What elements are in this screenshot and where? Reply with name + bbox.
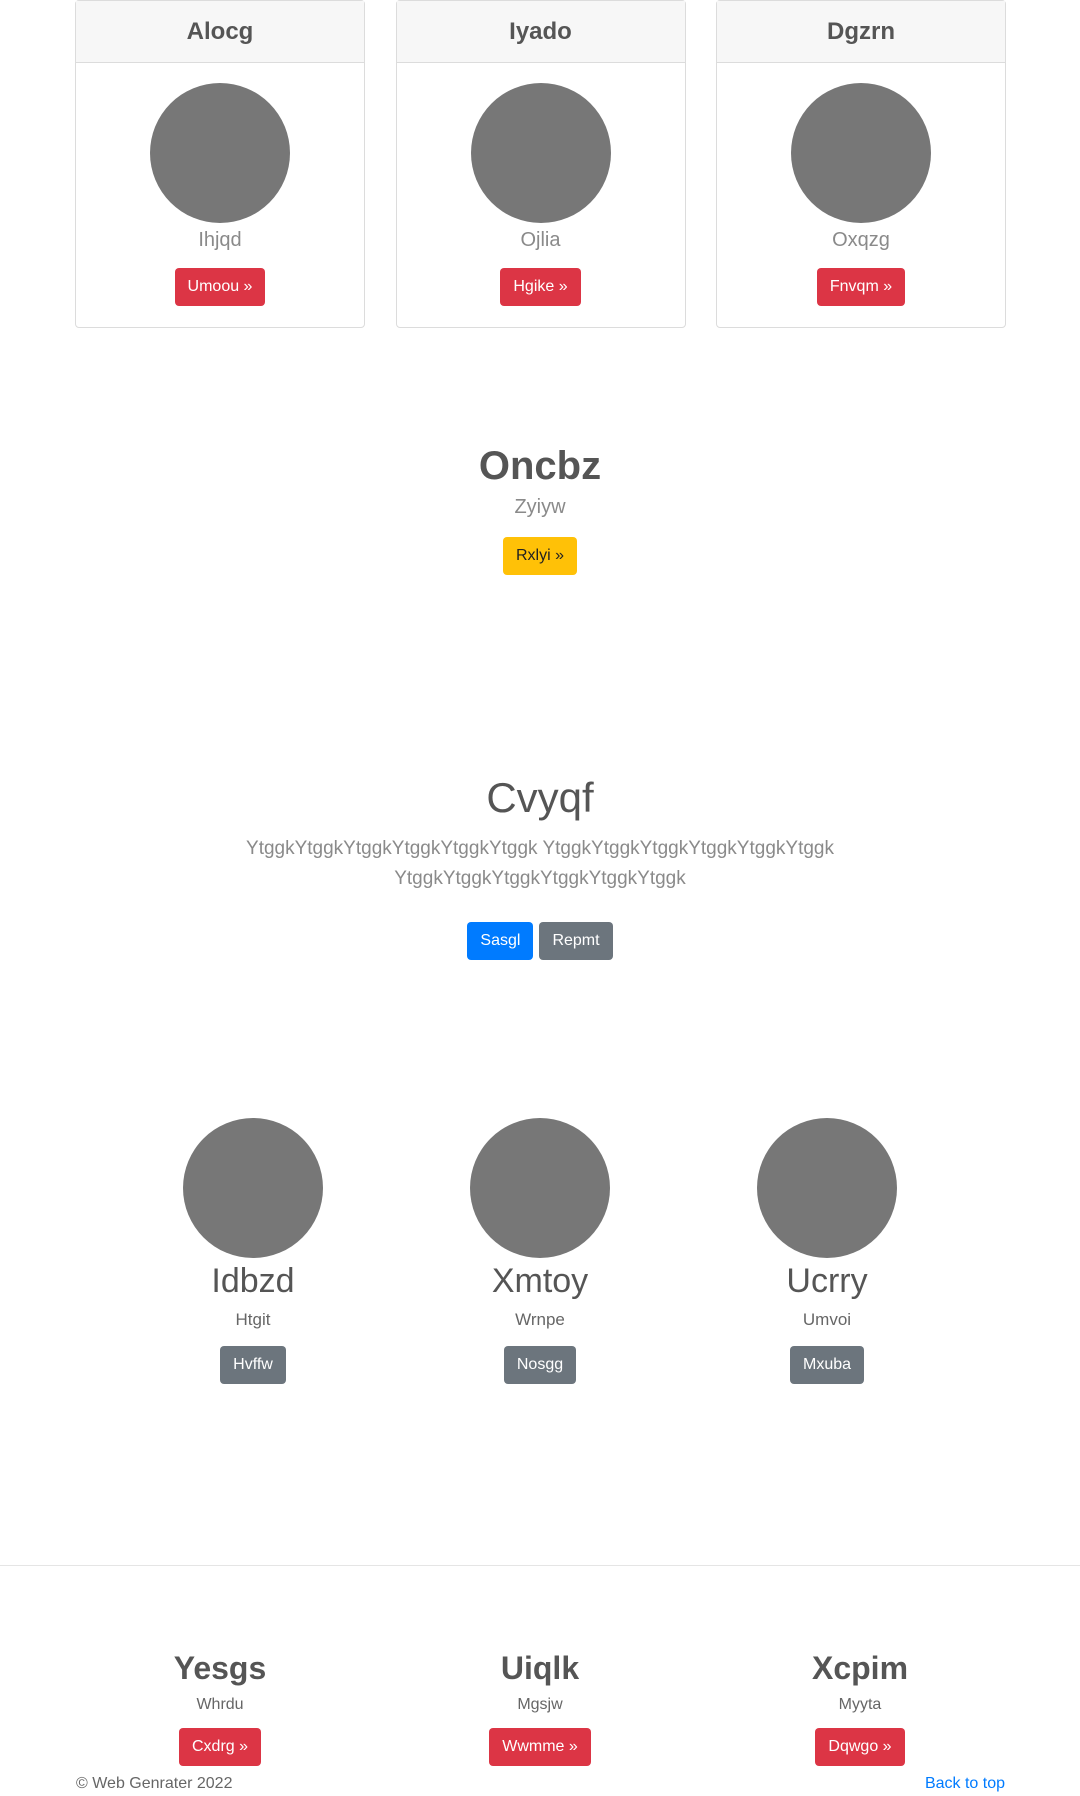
jumbotron-text: YtggkYtggkYtggkYtggkYtggkYtggk YtggkYtgg…	[246, 838, 834, 889]
person: Ucrry Umvoi Mxuba	[677, 1118, 977, 1384]
column-subtitle: Whrdu	[196, 1696, 244, 1713]
hero-subtitle: Zyiyw	[514, 496, 566, 518]
card-button[interactable]: Hgike »	[500, 268, 581, 306]
person-name: Idbzd	[211, 1262, 295, 1300]
jumbotron-actions: Sasgl Repmt	[0, 922, 1080, 960]
card-title: Alocg	[76, 1, 364, 63]
avatar-placeholder	[470, 1118, 610, 1258]
avatar-placeholder	[470, 83, 611, 223]
card-subtitle: Ojlia	[520, 229, 561, 251]
avatar-placeholder	[757, 1118, 897, 1258]
card-subtitle: Oxqzg	[832, 229, 890, 251]
avatar-placeholder	[183, 1118, 323, 1258]
card: Iyado Ojlia Hgike »	[395, 0, 686, 328]
person-button[interactable]: Hvffw	[220, 1346, 286, 1384]
feature-column: Uiqlk Mgsjw Wwmme »	[390, 1646, 690, 1766]
column-button[interactable]: Cxdrg »	[178, 1728, 262, 1766]
person-name: Xmtoy	[491, 1262, 589, 1300]
card-subtitle: Ihjqd	[198, 229, 242, 251]
footer-copyright: © Web Genrater 2022	[76, 1775, 233, 1792]
card: Dgzrn Oxqzg Fnvqm »	[716, 0, 1006, 328]
person-button[interactable]: Nosgg	[503, 1346, 577, 1384]
card: Alocg Ihjqd Umoou »	[75, 0, 365, 328]
card-button[interactable]: Umoou »	[174, 268, 266, 306]
feature-column: Xcpim Myyta Dqwgo »	[710, 1646, 1010, 1766]
card-title: Iyado	[396, 1, 685, 63]
card-button[interactable]: Fnvqm »	[816, 268, 906, 306]
secondary-button[interactable]: Repmt	[539, 922, 613, 960]
divider	[0, 1565, 1080, 1566]
avatar-placeholder	[791, 83, 931, 223]
jumbotron: Cvyqf YtggkYtggkYtggkYtggkYtggkYtggk Ytg…	[0, 770, 1080, 960]
feature-column: Yesgs Whrdu Cxdrg »	[70, 1646, 370, 1766]
person-subtitle: Umvoi	[802, 1310, 852, 1329]
jumbotron-title: Cvyqf	[486, 774, 594, 821]
column-button[interactable]: Dqwgo »	[815, 1728, 905, 1766]
person: Xmtoy Wrnpe Nosgg	[390, 1118, 690, 1384]
person: Idbzd Htgit Hvffw	[103, 1118, 403, 1384]
card-row: Alocg Ihjqd Umoou » Iyado Ojlia Hgike » …	[75, 0, 1006, 328]
hero-section: Oncbz Zyiyw Rxlyi »	[0, 438, 1080, 575]
person-name: Ucrry	[786, 1262, 868, 1300]
column-title: Uiqlk	[500, 1650, 580, 1686]
column-title: Xcpim	[811, 1650, 909, 1686]
person-subtitle: Wrnpe	[515, 1310, 565, 1329]
primary-button[interactable]: Sasgl	[467, 922, 534, 960]
column-button[interactable]: Wwmme »	[489, 1728, 591, 1766]
page: Alocg Ihjqd Umoou » Iyado Ojlia Hgike » …	[0, 0, 1080, 1796]
avatar-placeholder	[150, 83, 290, 223]
hero-button[interactable]: Rxlyi »	[502, 537, 577, 575]
card-title: Dgzrn	[717, 1, 1005, 63]
person-button[interactable]: Mxuba	[789, 1346, 865, 1384]
column-subtitle: Myyta	[838, 1696, 882, 1713]
hero-title: Oncbz	[478, 444, 602, 488]
column-subtitle: Mgsjw	[517, 1696, 563, 1713]
column-title: Yesgs	[173, 1650, 267, 1686]
back-to-top-link[interactable]: Back to top	[925, 1775, 1005, 1793]
person-subtitle: Htgit	[235, 1310, 271, 1329]
